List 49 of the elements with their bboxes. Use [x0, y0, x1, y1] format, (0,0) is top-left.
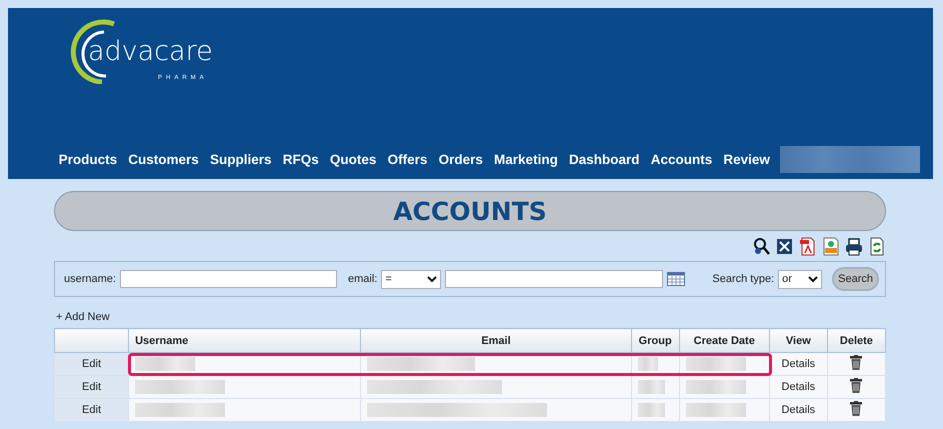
nav-link[interactable]: Accounts	[645, 152, 718, 167]
logo-name: advacare	[88, 38, 213, 65]
trash-icon[interactable]	[850, 378, 862, 393]
blurred-text	[686, 357, 746, 371]
pdf-icon[interactable]	[798, 237, 817, 256]
search-type-select[interactable]: or	[778, 270, 822, 288]
blurred-text	[638, 380, 666, 394]
field-label: username:	[64, 273, 116, 285]
printer-icon[interactable]	[844, 237, 863, 256]
column-header: Create Date	[694, 334, 755, 346]
nav-link[interactable]: RFQs	[277, 152, 324, 167]
column-header: Email	[481, 334, 511, 346]
operator-select[interactable]: =	[381, 270, 442, 288]
field-label: Search type:	[712, 273, 774, 285]
edit-link[interactable]: Edit	[82, 404, 102, 416]
nav-link[interactable]: Products	[53, 152, 123, 167]
add-new-link[interactable]: + Add New	[56, 311, 110, 323]
blurred-text	[638, 403, 666, 417]
page-title: ACCOUNTS	[393, 196, 547, 226]
spreadsheet-icon[interactable]	[775, 237, 794, 256]
nav-link[interactable]: Offers	[382, 152, 433, 167]
search-button[interactable]: Search	[832, 267, 879, 291]
nav-link[interactable]: Customers	[122, 152, 204, 167]
edit-link[interactable]: Edit	[82, 381, 102, 393]
caret-icon	[808, 276, 818, 282]
html-export-icon[interactable]	[821, 237, 840, 256]
trash-icon[interactable]	[850, 401, 862, 416]
blurred-text	[686, 403, 746, 417]
trash-icon[interactable]	[850, 355, 862, 370]
edit-link[interactable]: Edit	[82, 358, 102, 370]
blurred-text	[638, 357, 658, 371]
nav-link[interactable]: Review	[718, 152, 776, 167]
nav-link[interactable]: Marketing	[488, 152, 564, 167]
nav-link[interactable]: Orders	[432, 152, 488, 167]
column-header: Delete	[840, 334, 873, 346]
blurred-text	[686, 380, 746, 394]
caret-icon	[427, 276, 438, 282]
field-label: email:	[348, 273, 378, 285]
column-header: Group	[638, 334, 672, 346]
nav-link[interactable]: Quotes	[324, 152, 382, 167]
nav-link[interactable]: Suppliers	[204, 152, 278, 167]
nav-link[interactable]: Dashboard	[563, 152, 646, 167]
column-header: Username	[135, 334, 188, 346]
column-header: View	[786, 334, 811, 346]
email-field[interactable]	[445, 270, 664, 288]
username-field[interactable]	[120, 270, 337, 288]
search-user-icon[interactable]	[752, 237, 771, 256]
blurred-text	[135, 357, 196, 371]
calendar-icon[interactable]	[667, 272, 686, 286]
